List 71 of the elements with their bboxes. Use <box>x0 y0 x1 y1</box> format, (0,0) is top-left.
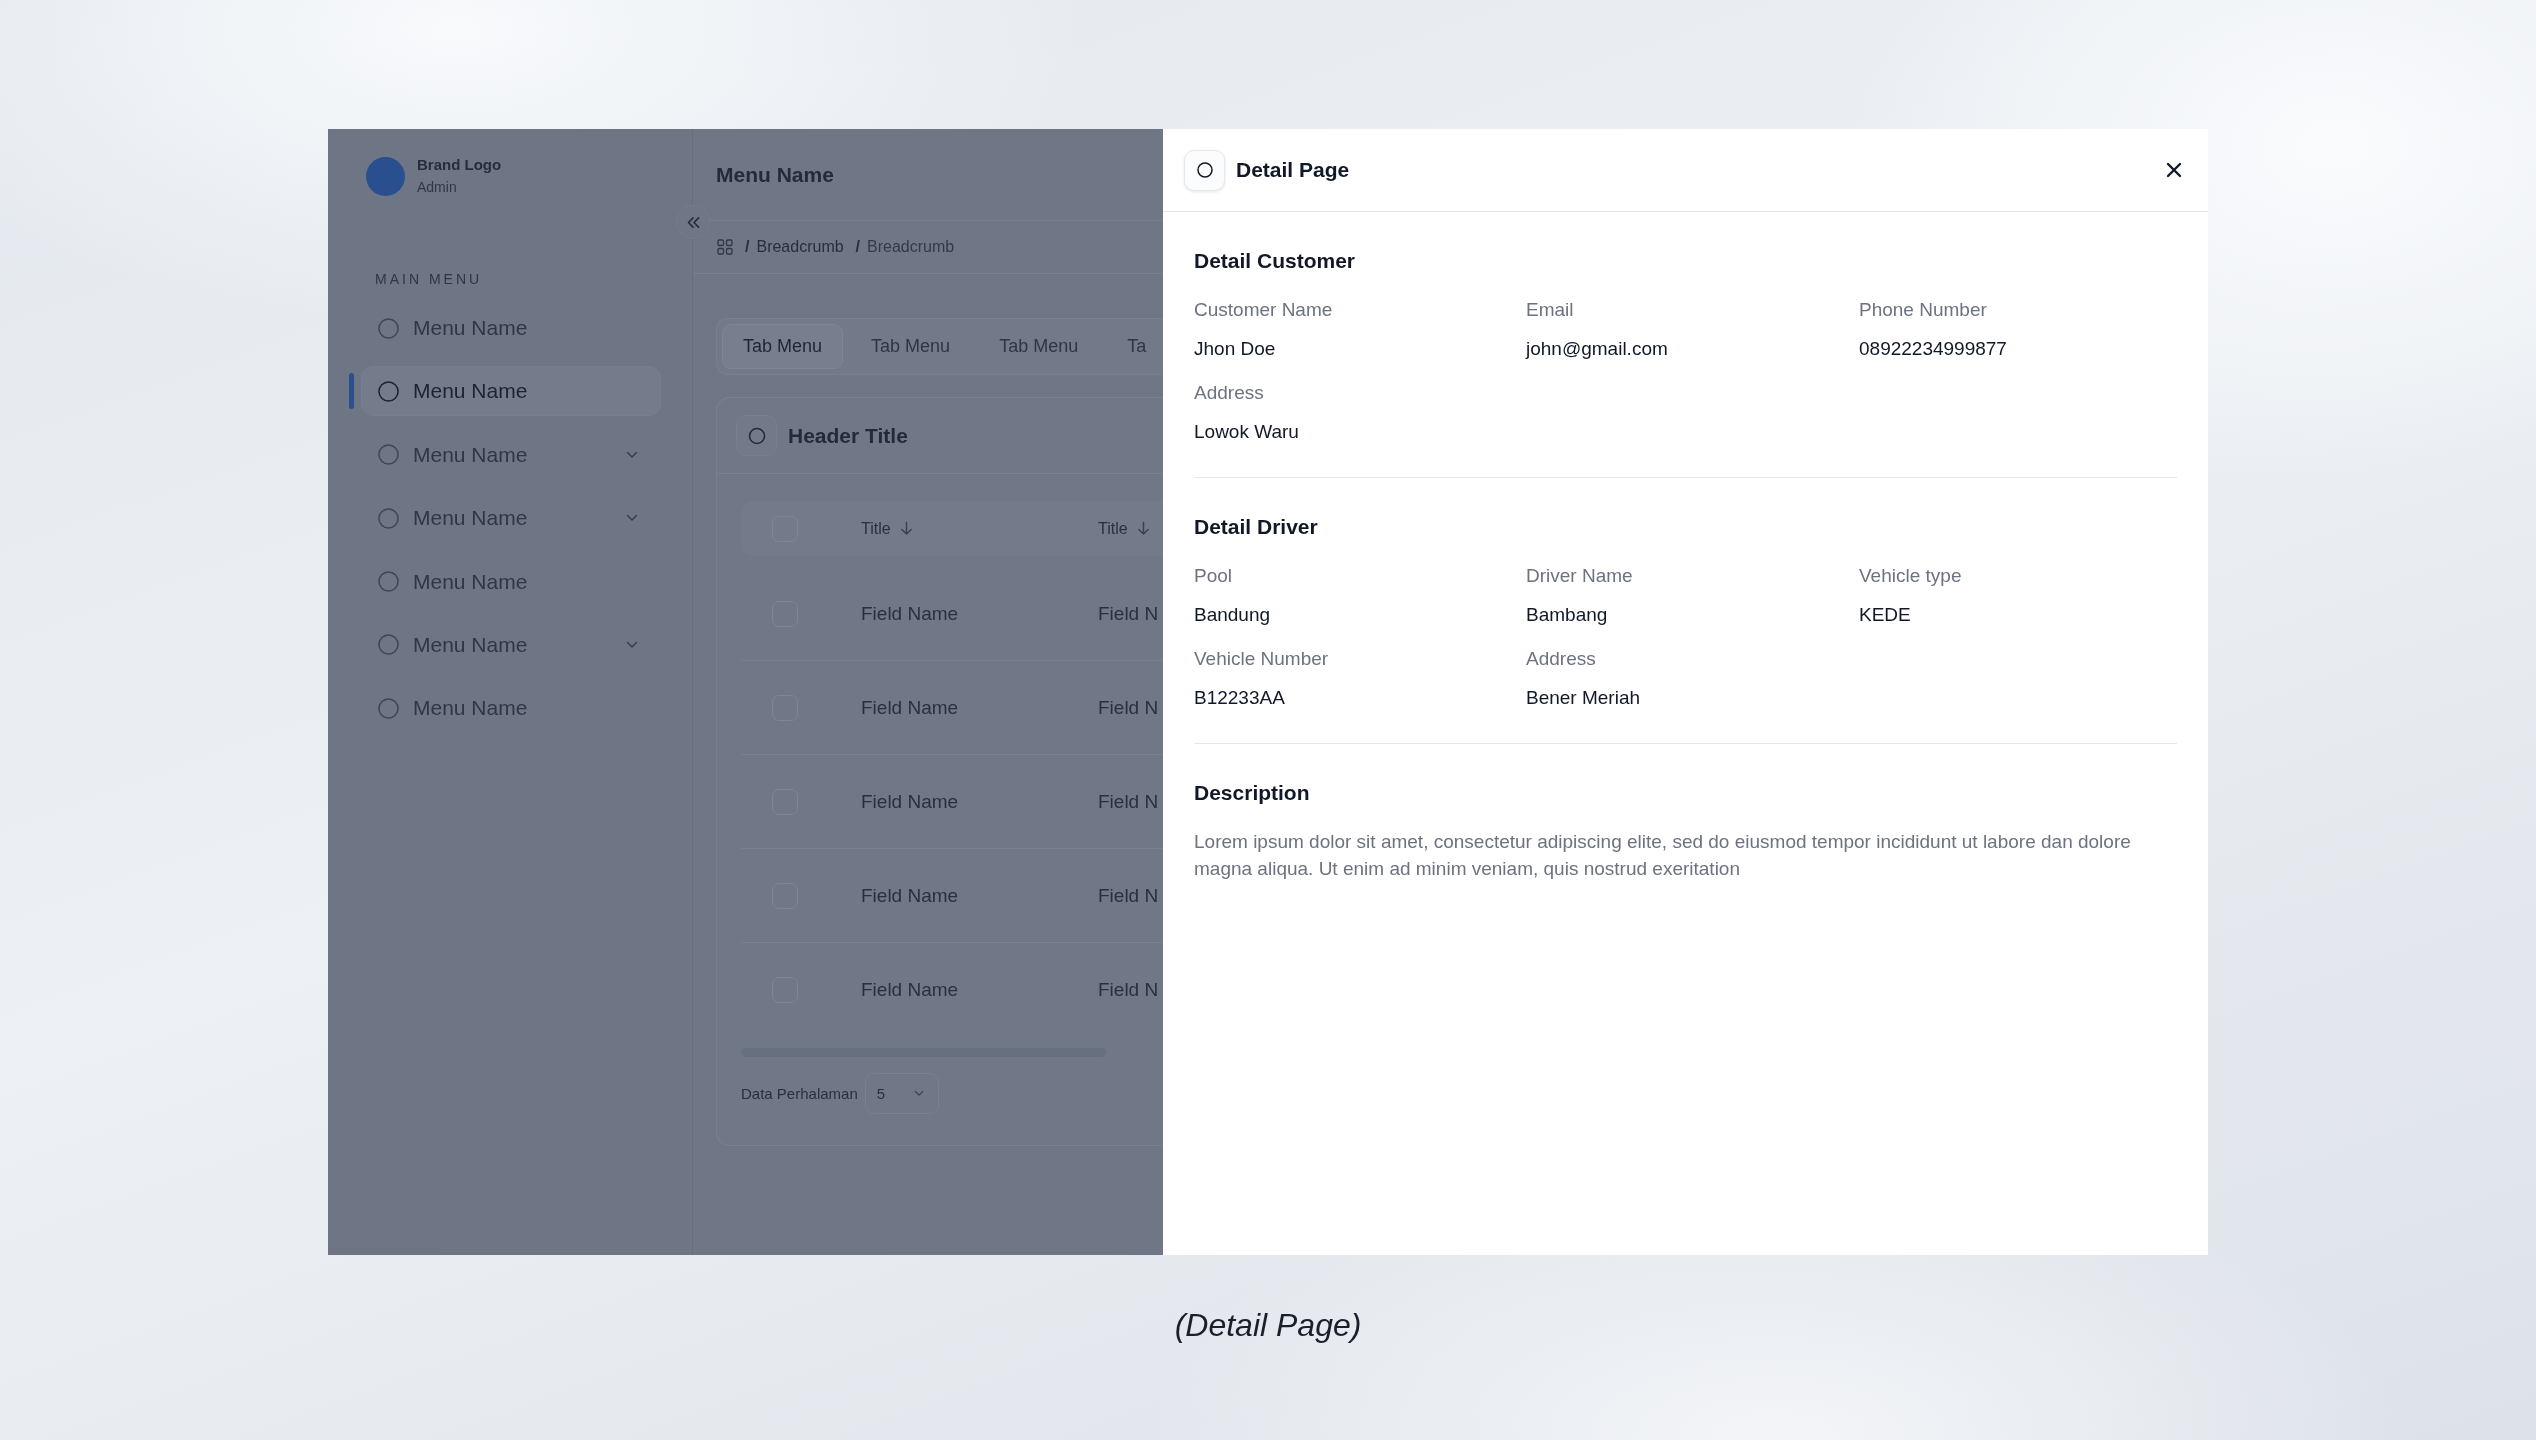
circle-icon <box>378 571 399 593</box>
table-cell: Field Name <box>861 978 959 1001</box>
field-label: Email <box>1526 299 1574 321</box>
table-cell: Field N <box>1098 790 1159 813</box>
table-cell: Field N <box>1098 602 1159 625</box>
tab[interactable]: Ta <box>1106 324 1148 369</box>
column-header[interactable]: Title <box>861 519 913 538</box>
circle-icon <box>378 634 399 656</box>
field-label: Phone Number <box>1859 299 1987 321</box>
brand-name: Brand Logo <box>417 155 502 175</box>
tab[interactable]: Tab Menu <box>850 324 972 369</box>
menu-item[interactable]: Menu Name <box>361 493 661 544</box>
logo-icon <box>366 157 405 196</box>
field-value: john@gmail.com <box>1526 338 1668 360</box>
section-title: Detail Driver <box>1194 514 1318 540</box>
tab[interactable]: Tab Menu <box>722 324 844 369</box>
field-value: Bandung <box>1194 604 1271 626</box>
table-cell: Field Name <box>861 884 959 907</box>
section-title: Detail Customer <box>1194 248 1356 274</box>
column-header[interactable]: Title <box>1098 519 1150 538</box>
table-cell: Field N <box>1098 978 1159 1001</box>
description-text: Lorem ipsum dolor sit amet, consectetur adipiscing elite, sed do eiusmod tempor incididunt ut labore dan dolore magna aliqua. Ut enim ad minim veniam, quis nostrud exeritation <box>1194 830 2132 881</box>
table-cell: Field Name <box>861 696 959 719</box>
card-title: Header Title <box>788 423 908 448</box>
breadcrumb-link[interactable]: Breadcrumb <box>867 238 955 256</box>
page-size-select[interactable]: 5 <box>864 1073 939 1114</box>
circle-icon <box>378 444 399 466</box>
menu-section-label: MAIN MENU <box>375 271 483 288</box>
table-cell: Field N <box>1098 696 1159 719</box>
table-cell: Field Name <box>861 602 959 625</box>
menu-item[interactable]: Menu Name <box>361 619 661 670</box>
rows-per-page-label: Data Perhalaman <box>741 1085 858 1102</box>
circle-icon <box>378 317 399 339</box>
field-value: Bambang <box>1526 604 1608 626</box>
field-value: Bener Meriah <box>1526 687 1641 709</box>
panel-title: Detail Page <box>1236 158 1351 182</box>
menu-item[interactable]: Menu Name <box>361 303 661 353</box>
circle-icon <box>378 380 399 402</box>
breadcrumb-separator: / <box>745 238 750 256</box>
field-value: Jhon Doe <box>1194 338 1276 360</box>
chevron-down-icon <box>913 1090 924 1097</box>
tab[interactable]: Tab Menu <box>978 324 1100 369</box>
field-label: Vehicle Number <box>1194 648 1329 670</box>
double-chevron-left-icon <box>686 216 700 228</box>
grid-icon[interactable] <box>717 239 733 255</box>
field-label: Vehicle type <box>1859 565 1962 587</box>
circle-icon <box>378 507 399 529</box>
page-title: Menu Name <box>716 162 834 187</box>
field-value: 08922234999877 <box>1859 338 2007 360</box>
close-button[interactable] <box>2166 162 2182 178</box>
menu-item[interactable]: Menu Name <box>361 429 661 480</box>
caption: (Detail Page) <box>1174 1306 1362 1344</box>
table-cell: Field N <box>1098 884 1159 907</box>
field-label: Address <box>1526 648 1596 670</box>
user-role: Admin <box>417 178 458 197</box>
table-cell: Field Name <box>861 790 959 813</box>
breadcrumb-link[interactable]: Breadcrumb <box>756 238 844 256</box>
field-label: Customer Name <box>1194 299 1333 321</box>
section-title: Description <box>1194 780 1310 806</box>
field-label: Address <box>1194 382 1264 404</box>
breadcrumb-separator: / <box>855 238 861 256</box>
menu-item[interactable]: Menu Name <box>361 556 661 607</box>
close-icon <box>2166 162 2182 178</box>
field-value: B12233AA <box>1194 687 1285 709</box>
field-value: KEDE <box>1859 604 1911 626</box>
field-label: Driver Name <box>1526 565 1633 587</box>
circle-icon <box>378 697 399 719</box>
menu-item[interactable]: Menu Name <box>361 366 661 417</box>
field-value: Lowok Waru <box>1194 421 1299 443</box>
menu-item[interactable]: Menu Name <box>361 683 661 734</box>
field-label: Pool <box>1194 565 1233 587</box>
